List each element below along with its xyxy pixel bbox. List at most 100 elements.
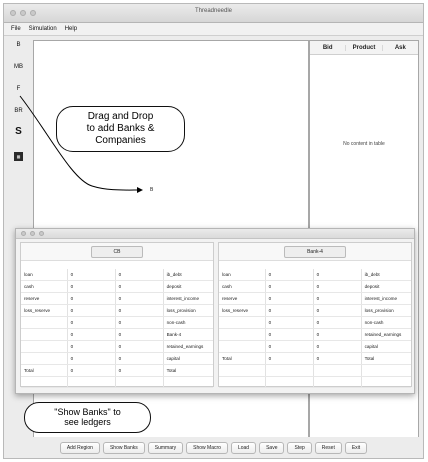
ledger-row: cash 0 0 deposit [21,280,213,294]
column-ask[interactable]: Ask [383,45,418,51]
liability-value: 0 [313,304,362,318]
empty-table-message: No content in table [343,141,385,147]
show-banks-button[interactable]: Show Banks [102,442,145,454]
save-button[interactable]: Save [259,442,285,454]
ledger-name[interactable]: CB [90,245,144,258]
bank-tool-icon[interactable]: B [9,42,28,48]
liability-name: interest_income [361,292,411,306]
liability-name: Total [163,364,213,377]
asset-value [265,364,314,377]
ledger-row: 0 0 capital [219,340,411,353]
add-region-button[interactable]: Add Region [59,442,100,454]
ledger-row [219,376,411,389]
firm-tool-icon[interactable]: F [9,86,28,92]
ledger-row: Total 0 0 Total [219,352,411,365]
liability-name: capital [163,352,213,365]
markets-bank-tool-icon[interactable]: MB [9,64,28,70]
liability-value: 0 [115,269,164,282]
column-bid[interactable]: Bid [310,44,347,51]
callout-line-1: "Show Banks" to [54,407,121,417]
market-table-header: Bid Product Ask [310,41,418,55]
ledger-row: 0 0 capital [21,352,213,365]
asset-name: reserve [21,292,68,306]
asset-name [21,316,68,329]
zoom-ledger-icon[interactable] [39,231,44,236]
asset-value [265,376,314,389]
ledger-window: CB loan 0 0 ib_debt cash 0 0 deposit reserve 0 0 in… [15,228,415,394]
asset-value: 0 [67,316,116,329]
liability-value [115,376,164,389]
bank-node[interactable]: B [150,187,153,193]
asset-name [219,316,266,329]
drag-drop-callout: Drag and Drop to add Banks & Companies [56,106,185,152]
asset-name [219,340,266,353]
ledger-row: reserve 0 0 interest_income [219,292,411,306]
asset-value: 0 [67,304,116,318]
show-banks-callout: "Show Banks" to see ledgers [24,402,151,433]
ledger-row: loan 0 0 ib_debt [219,269,411,282]
liability-name: Total [361,352,411,365]
asset-value: 0 [67,340,116,353]
asset-name [219,376,266,389]
liability-name: capital [361,340,411,353]
ledger-header: Bank-4 [219,243,411,261]
ledger-table: loan 0 0 ib_debt cash 0 0 deposit reserve 0 0 inter… [219,269,411,389]
asset-value: 0 [265,352,314,365]
liability-value: 0 [115,316,164,329]
ledger-row [21,376,213,389]
menu-help[interactable]: Help [65,26,77,32]
callout-line-2: to add Banks & [86,123,155,134]
minimize-ledger-icon[interactable] [30,231,35,236]
liability-name: ib_debt [163,269,213,282]
asset-value: 0 [67,280,116,294]
asset-value: 0 [67,352,116,365]
ledger-row: loss_reserve 0 0 loss_provision [21,304,213,318]
liability-name [163,376,213,389]
liability-name: retained_earnings [163,340,213,353]
liability-value: 0 [115,352,164,365]
asset-name: cash [21,280,68,294]
menu-simulation[interactable]: Simulation [29,26,57,32]
asset-value: 0 [265,328,314,341]
asset-value: 0 [265,304,314,318]
exit-button[interactable]: Exit [344,442,368,454]
liability-name: Bank-4 [163,328,213,341]
liability-value: 0 [115,304,164,318]
asset-name: loan [219,269,266,282]
asset-name: loss_reserve [21,304,68,318]
chart-tool-icon[interactable]: ▦ [14,152,23,161]
ledger-name[interactable]: Bank-4 [284,245,346,258]
reset-button[interactable]: Reset [314,442,342,454]
liability-name: ib_debt [361,269,411,282]
asset-value: 0 [265,340,314,353]
asset-name [21,352,68,365]
load-button[interactable]: Load [230,442,257,454]
asset-name: loan [21,269,68,282]
asset-name: Total [21,364,68,377]
liability-value: 0 [313,328,362,341]
ledger-header: CB [21,243,213,261]
liability-name: non-cash [163,316,213,329]
summary-button[interactable]: Summary [147,442,184,454]
asset-name: reserve [219,292,266,306]
liability-value: 0 [115,292,164,306]
liability-name: non-cash [361,316,411,329]
stock-tool-icon[interactable]: S [9,126,28,137]
liability-name: loss_provision [361,304,411,318]
ledger-table: loan 0 0 ib_debt cash 0 0 deposit reserve 0 0 inter… [21,269,213,389]
asset-value: 0 [265,316,314,329]
liability-name: retained_earnings [361,328,411,341]
step-button[interactable]: Step [287,442,312,454]
callout-line-2: see ledgers [64,417,111,427]
column-product[interactable]: Product [346,44,383,51]
liability-name: deposit [163,280,213,294]
liability-name: interest_income [163,292,213,306]
asset-value: 0 [67,292,116,306]
asset-value [67,376,116,389]
menu-file[interactable]: File [11,26,21,32]
show-macro-button[interactable]: Show Macro [186,442,228,454]
asset-name [21,328,68,341]
close-ledger-icon[interactable] [21,231,26,236]
callout-line-1: Drag and Drop [87,111,154,122]
broker-tool-icon[interactable]: BR [9,108,28,114]
